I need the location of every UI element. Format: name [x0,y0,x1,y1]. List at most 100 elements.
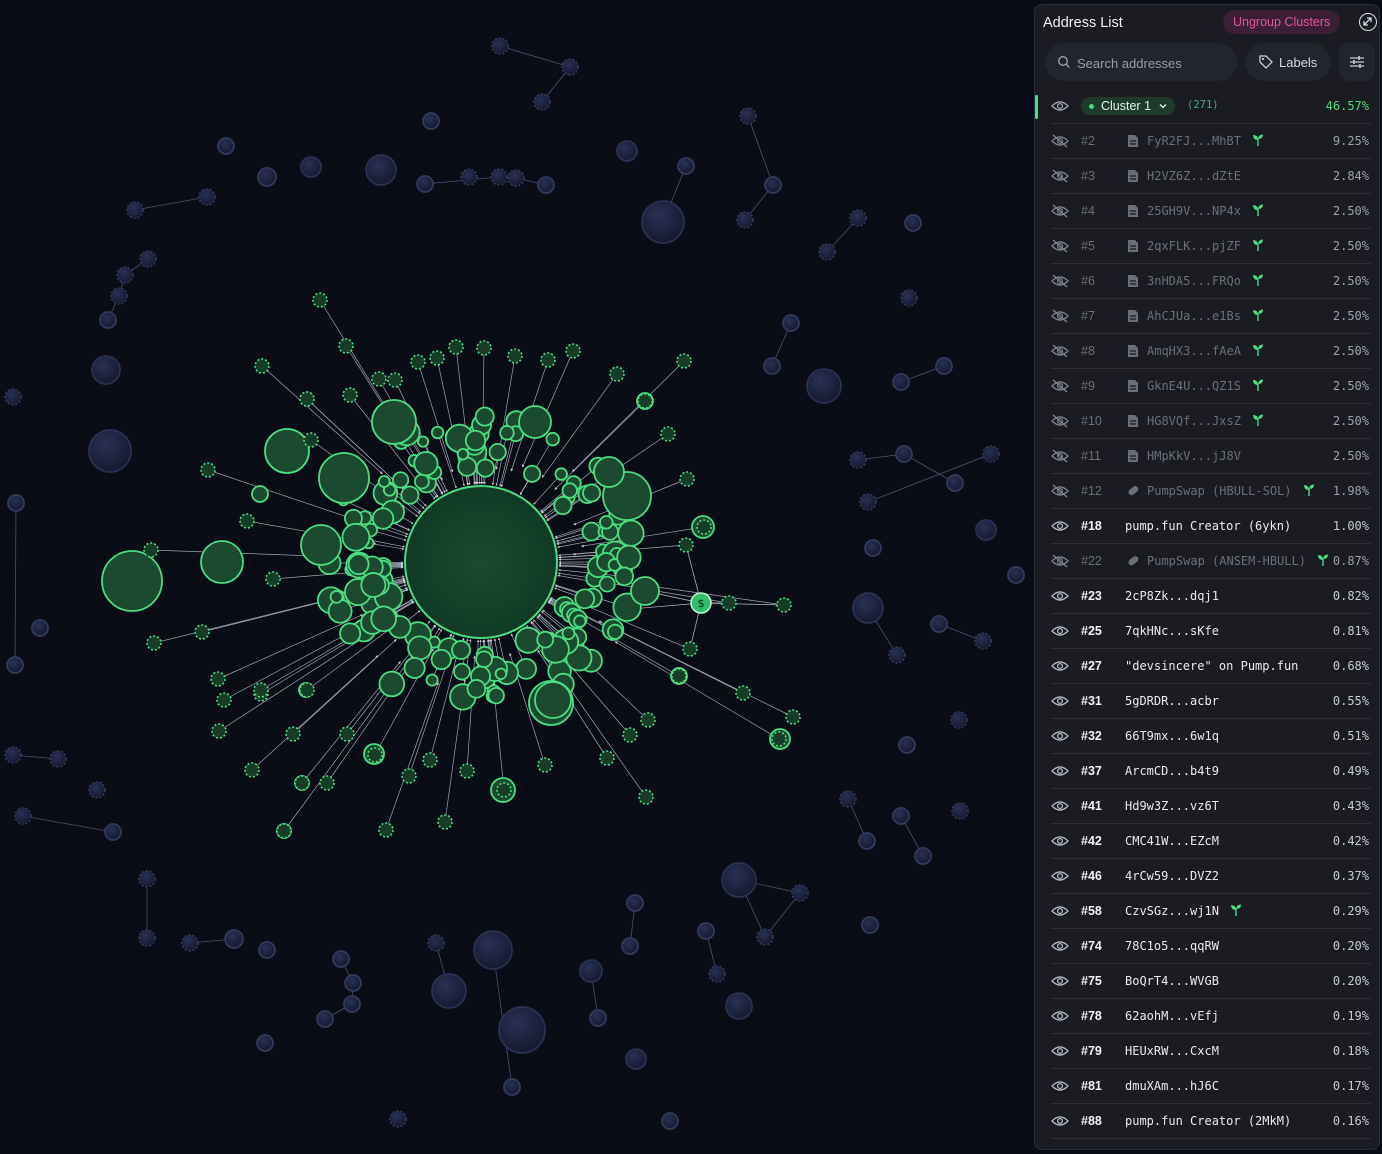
wallet-node[interactable] [621,937,639,955]
wallet-node[interactable] [537,757,553,773]
wallet-node[interactable] [251,485,269,503]
row-address[interactable]: 7qkHNc...sKfe [1125,624,1219,638]
wallet-node[interactable] [476,340,492,356]
eye-icon[interactable] [1051,904,1069,918]
wallet-node[interactable] [776,597,792,613]
wallet-node[interactable] [198,188,216,206]
address-row[interactable]: #78 62aohM...vEfj 0.19% [1035,999,1379,1034]
wallet-node[interactable] [303,432,319,448]
wallet-node[interactable] [697,922,715,940]
wallet-node[interactable] [200,462,216,478]
wallet-node[interactable] [622,727,638,743]
wallet-node[interactable] [319,775,335,791]
row-address[interactable]: ArcmCD...b4t9 [1125,764,1219,778]
address-row[interactable]: #58 CzvSGz...wj1N 0.29% [1035,894,1379,929]
wallet-node[interactable] [329,590,344,604]
address-row[interactable]: #9 GknE4U...QZ1S 2.50% [1035,369,1379,404]
wallet-node[interactable] [339,726,355,742]
address-row[interactable]: #81 dmuXAm...hJ6C 0.17% [1035,1069,1379,1104]
address-row[interactable]: #3 H2VZ6Z...dZtE 2.84% [1035,159,1379,194]
wallet-node[interactable] [496,782,512,798]
eye-off-icon[interactable] [1051,449,1069,463]
eye-icon[interactable] [1051,869,1069,883]
wallet-node[interactable] [721,862,757,898]
wallet-node[interactable] [533,93,551,111]
wallet-node[interactable] [598,575,616,593]
wallet-node[interactable] [99,311,117,329]
wallet-node[interactable] [194,624,210,640]
wallet-node[interactable] [4,388,22,406]
wallet-node[interactable] [852,592,884,624]
wallet-node[interactable] [914,847,932,865]
wallet-node[interactable] [299,391,315,407]
wallet-node[interactable] [1007,566,1025,584]
wallet-node[interactable] [294,775,310,791]
wallet-node[interactable] [143,542,159,558]
wallet-node[interactable] [498,1006,546,1054]
wallet-node[interactable] [475,650,493,669]
eye-off-icon[interactable] [1051,239,1069,253]
wallet-node[interactable] [565,343,581,359]
row-address[interactable]: 66T9mx...6w1q [1125,729,1219,743]
wallet-node[interactable] [410,354,426,370]
wallet-node[interactable] [975,519,997,541]
wallet-node[interactable] [146,635,162,651]
address-row[interactable]: #2 FyR2FJ...MhBT 9.25% [1035,124,1379,159]
eye-icon[interactable] [1051,694,1069,708]
eye-icon[interactable] [1051,99,1069,113]
wallet-node[interactable] [264,428,310,474]
eye-icon[interactable] [1051,519,1069,533]
wallet-node[interactable] [437,814,453,830]
wallet-node[interactable] [487,686,505,705]
wallet-node[interactable] [341,522,371,552]
wallet-node[interactable] [475,458,495,478]
wallet-node[interactable] [253,682,269,698]
wallet-node[interactable] [416,175,434,193]
wallet-node[interactable] [401,768,417,784]
address-row[interactable]: #31 5gDRDR...acbr 0.55% [1035,684,1379,719]
row-address[interactable]: HG8VQf...JxsZ [1147,414,1241,428]
wallet-node[interactable] [126,201,144,219]
eye-icon[interactable] [1051,624,1069,638]
wallet-node[interactable] [579,959,603,983]
eye-off-icon[interactable] [1051,274,1069,288]
cluster-selector[interactable]: Cluster 1 [1081,97,1176,115]
wallet-node[interactable] [392,471,410,489]
wallet-node[interactable] [553,495,573,516]
wallet-node[interactable] [211,723,227,739]
row-address[interactable]: AhCJUa...e1Bs [1147,309,1241,323]
address-row[interactable]: #7 AhCJUa...e1Bs 2.50% [1035,299,1379,334]
wallet-node[interactable] [661,1112,679,1130]
wallet-node[interactable] [300,156,322,178]
wallet-node[interactable] [951,802,969,820]
wallet-node[interactable] [459,763,475,779]
wallet-node[interactable] [637,393,653,409]
wallet-node[interactable] [370,605,397,633]
wallet-node[interactable] [14,807,32,825]
wallet-node[interactable] [7,494,25,512]
address-row[interactable]: #4 25GH9V...NP4x 2.50% [1035,194,1379,229]
row-address[interactable]: 5gDRDR...acbr [1125,694,1219,708]
wallet-node[interactable] [892,373,910,391]
eye-icon[interactable] [1051,659,1069,673]
row-address[interactable]: 62aohM...vEfj [1125,1009,1219,1023]
wallet-node[interactable] [4,746,22,764]
wallet-node[interactable] [316,1010,334,1028]
eye-off-icon[interactable] [1051,414,1069,428]
wallet-node[interactable] [638,789,654,805]
wallet-node[interactable] [696,519,712,535]
eye-off-icon[interactable] [1051,554,1069,568]
wallet-node[interactable] [904,214,922,232]
wallet-node[interactable] [806,368,842,404]
wallet-node[interactable] [625,1048,647,1070]
wallet-node[interactable] [671,668,687,684]
labels-button[interactable]: Labels [1245,43,1331,81]
wallet-node[interactable] [343,995,361,1013]
wallet-node[interactable] [599,515,614,530]
row-address[interactable]: FyR2FJ...MhBT [1147,134,1241,148]
eye-off-icon[interactable] [1051,379,1069,393]
row-address[interactable]: BoQrT4...WVGB [1125,974,1219,988]
eye-off-icon[interactable] [1051,134,1069,148]
address-row[interactable]: #41 Hd9w3Z...vz6T 0.43% [1035,789,1379,824]
eye-off-icon[interactable] [1051,309,1069,323]
